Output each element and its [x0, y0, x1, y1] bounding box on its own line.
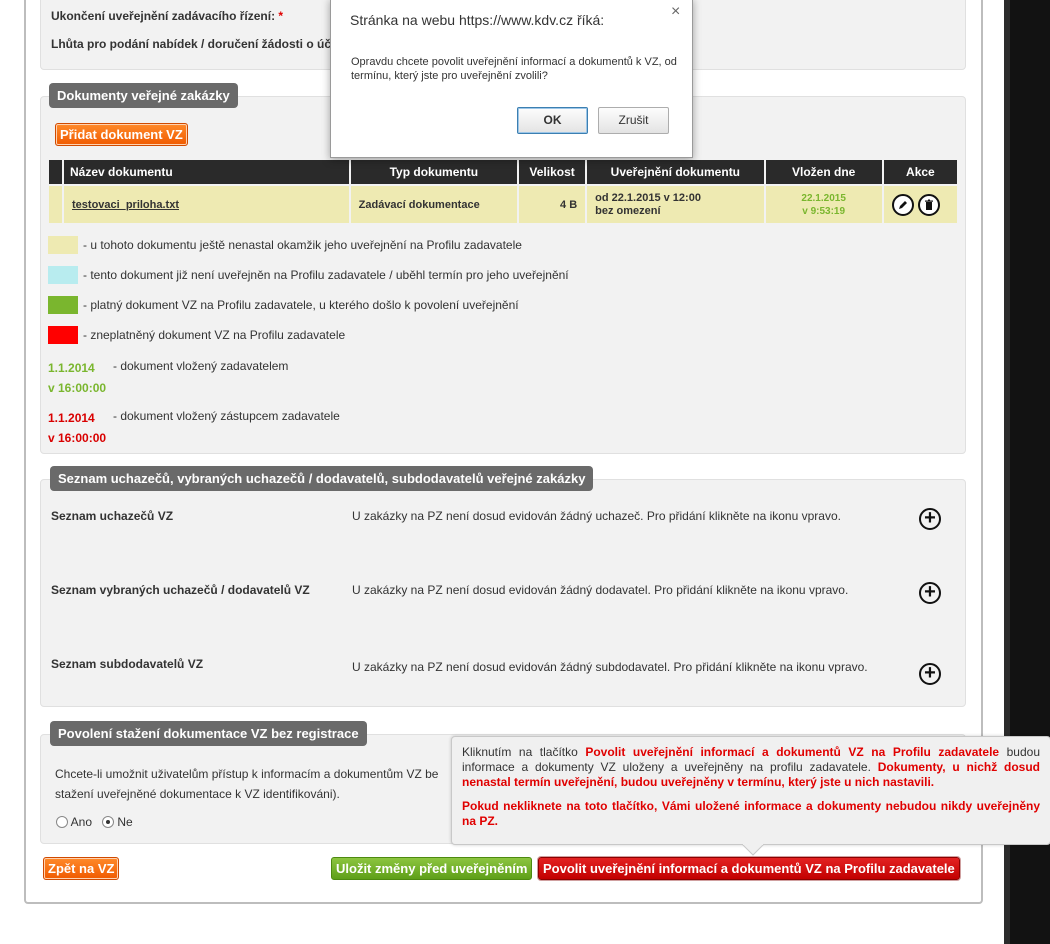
dialog-ok-button[interactable]: OK [517, 107, 588, 134]
legend-swatch-valid [48, 296, 78, 314]
download-radio-group: Ano Ne [56, 815, 133, 829]
radio-yes-label: Ano [70, 815, 93, 829]
document-name-link[interactable]: testovaci_priloha.txt [72, 199, 179, 211]
tooltip-highlight-1: Povolit uveřejnění informací a dokumentů… [585, 745, 1000, 759]
legend-text-expired: - tento dokument již není uveřejněn na P… [83, 268, 569, 282]
documents-panel-title: Dokumenty veřejné zakázky [49, 83, 238, 108]
header-spacer [49, 160, 65, 185]
legend-text-invalid: - zneplatněný dokument VZ na Profilu zad… [83, 328, 346, 342]
radio-no[interactable] [102, 816, 115, 828]
radio-yes[interactable] [56, 816, 68, 828]
legend-text-contracting: - dokument vložený zadavatelem [113, 359, 289, 373]
publish-from: od 22.1.2015 v 12:00 [595, 191, 701, 204]
selected-bidders-label: Seznam vybraných uchazečů / dodavatelů V… [51, 583, 310, 597]
document-publish: od 22.1.2015 v 12:00 bez omezení [586, 184, 766, 223]
documents-table: Název dokumentu Typ dokumentu Velikost U… [49, 160, 957, 223]
save-changes-button[interactable]: Uložit změny před uveřejněním [331, 857, 533, 880]
back-button[interactable]: Zpět na VZ [43, 857, 120, 880]
header-actions: Akce [882, 160, 957, 185]
dialog-title: Stránka na webu https://www.kdv.cz říká: [350, 12, 605, 28]
header-publish: Uveřejnění dokumentu [586, 160, 766, 185]
tooltip-arrow-icon [742, 844, 764, 856]
dialog-cancel-button[interactable]: Zrušit [598, 107, 669, 134]
header-size: Velikost [518, 160, 588, 185]
legend-swatch-expired [48, 266, 78, 284]
legend-swatch-invalid [48, 326, 78, 344]
end-label: Ukončení uveřejnění zadávacího řízení: * [51, 9, 284, 23]
tooltip-paragraph-2: Pokud nekliknete na toto tlačítko, Vámi … [462, 799, 1040, 828]
download-text-line1: Chcete-li umožnit uživatelům přístup k i… [55, 767, 439, 781]
inserted-date: 22.1.2015 [801, 192, 846, 204]
legend-date-representative: 1.1.2014 v 16:00:00 [48, 408, 106, 448]
download-panel-title: Povolení stažení dokumentace VZ bez regi… [50, 721, 367, 746]
table-header: Název dokumentu Typ dokumentu Velikost U… [49, 160, 957, 185]
document-size: 4 B [518, 184, 588, 223]
add-subcontractor-icon[interactable]: + [919, 663, 941, 685]
selected-bidders-text: U zakázky na PZ není dosud evidován žádn… [352, 583, 849, 597]
publish-button[interactable]: Povolit uveřejnění informací a dokumentů… [537, 856, 961, 881]
delete-icon[interactable] [917, 194, 940, 216]
inserted-time: v 9:53:19 [802, 205, 846, 217]
subcontractors-text: U zakázky na PZ není dosud evidován žádn… [352, 660, 868, 674]
legend-date-contracting-date: 1.1.2014 [48, 361, 95, 375]
radio-no-label: Ne [117, 815, 133, 829]
header-type: Typ dokumentu [349, 160, 520, 185]
dialog-message: Opravdu chcete povolit uveřejnění inform… [351, 56, 677, 82]
legend-date-contracting-time: v 16:00:00 [48, 381, 107, 395]
deadline-label: Lhůta pro podání nabídek / doručení žádo… [51, 37, 338, 51]
confirm-dialog: Stránka na webu https://www.kdv.cz říká:… [330, 0, 693, 158]
bidders-label: Seznam uchazečů VZ [51, 509, 174, 523]
document-actions [882, 184, 957, 223]
bidders-text: U zakázky na PZ není dosud evidován žádn… [352, 509, 841, 523]
document-name-cell: testovaci_priloha.txt [63, 184, 351, 223]
tooltip-text-a: Kliknutím na tlačítko [462, 745, 586, 759]
subcontractors-label: Seznam subdodavatelů VZ [51, 657, 204, 671]
legend-text-pending: - u tohoto dokumentu ještě nenastal okam… [83, 238, 522, 252]
legend-swatch-pending [48, 236, 78, 254]
document-type: Zadávací dokumentace [349, 184, 520, 223]
dialog-close-icon[interactable]: × [671, 3, 680, 21]
header-inserted: Vložen dne [764, 160, 884, 185]
tooltip-paragraph-1: Kliknutím na tlačítko Povolit uveřejnění… [462, 745, 1040, 790]
download-text-line2: stažení uveřejněné dokumentace k VZ iden… [55, 787, 340, 801]
header-name: Název dokumentu [63, 160, 351, 185]
add-document-button[interactable]: Přidat dokument VZ [55, 123, 188, 146]
publish-limit: bez omezení [595, 204, 661, 217]
add-supplier-icon[interactable]: + [919, 582, 941, 604]
table-row: testovaci_priloha.txt Zadávací dokumenta… [49, 184, 957, 223]
publish-tooltip: Kliknutím na tlačítko Povolit uveřejnění… [451, 736, 1050, 845]
legend-date-representative-date: 1.1.2014 [48, 411, 95, 425]
document-inserted: 22.1.2015 v 9:53:19 [764, 184, 884, 223]
add-bidder-icon[interactable]: + [919, 508, 941, 530]
legend-text-valid: - platný dokument VZ na Profilu zadavate… [83, 298, 519, 312]
bidders-panel-title: Seznam uchazečů, vybraných uchazečů / do… [50, 466, 594, 491]
row-spacer [49, 184, 65, 223]
download-text: Chcete-li umožnit uživatelům přístup k i… [55, 764, 438, 804]
legend-text-representative: - dokument vložený zástupcem zadavatele [113, 409, 340, 423]
legend-date-contracting: 1.1.2014 v 16:00:00 [48, 358, 106, 398]
legend-date-representative-time: v 16:00:00 [48, 431, 107, 445]
edit-icon[interactable] [891, 194, 914, 216]
